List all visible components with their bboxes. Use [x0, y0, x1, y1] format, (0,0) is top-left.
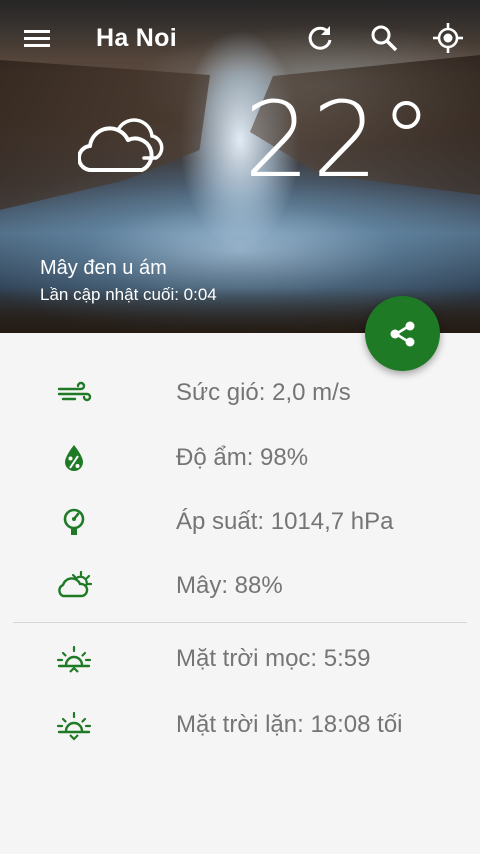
- cloudiness-icon: [58, 570, 93, 598]
- share-button[interactable]: [365, 296, 440, 371]
- search-icon[interactable]: [368, 22, 400, 54]
- pressure-text: Áp suất: 1014,7 hPa: [176, 508, 394, 535]
- condition-text: Mây đen u ám: [40, 257, 167, 279]
- wind-text: Sức gió: 2,0 m/s: [176, 379, 351, 406]
- detail-row-humidity: Độ ẩm: 98%: [0, 438, 480, 478]
- humidity-text: Độ ẩm: 98%: [176, 444, 309, 471]
- sun-row-sunrise: Mặt trời mọc: 5:59: [0, 639, 480, 679]
- pressure-icon: [63, 508, 85, 535]
- detail-row-pressure: Áp suất: 1014,7 hPa: [0, 502, 480, 542]
- humidity-icon: [65, 445, 83, 471]
- refresh-icon[interactable]: [304, 22, 336, 54]
- last-updated-text: Lần cập nhật cuối: 0:04: [40, 285, 217, 304]
- wind-icon: [57, 381, 92, 402]
- share-icon: [390, 321, 414, 346]
- toolbar: Ha Noi: [0, 0, 480, 76]
- temperature: 22°: [244, 79, 435, 201]
- sunset-text: Mặt trời lặn: 18:08 tối: [176, 711, 403, 738]
- sunset-icon: [56, 711, 92, 741]
- menu-icon[interactable]: [22, 22, 54, 54]
- city-title: Ha Noi: [96, 24, 177, 52]
- sun-row-sunset: Mặt trời lặn: 18:08 tối: [0, 705, 480, 745]
- sunrise-icon: [56, 645, 92, 673]
- detail-row-wind: Sức gió: 2,0 m/s: [0, 373, 480, 413]
- section-divider: [13, 622, 467, 623]
- detail-row-clouds: Mây: 88%: [0, 566, 480, 606]
- clouds-text: Mây: 88%: [176, 572, 283, 599]
- my-location-icon[interactable]: [432, 22, 464, 54]
- sunrise-text: Mặt trời mọc: 5:59: [176, 645, 371, 672]
- cloud-icon: [78, 118, 164, 173]
